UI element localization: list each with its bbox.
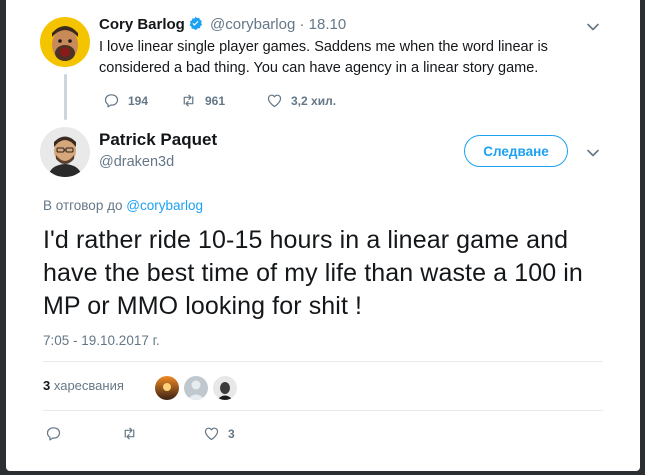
retweet-button[interactable] [121, 425, 203, 442]
reply-prefix: В отговор до [43, 198, 123, 213]
tweet-timestamp[interactable]: 7:05 - 19.10.2017 г. [43, 333, 160, 348]
like-count: 3 [228, 426, 235, 441]
reply-icon [45, 425, 62, 442]
heart-icon [266, 92, 283, 109]
chevron-down-icon[interactable] [585, 145, 601, 161]
likes-stat-count: 3 [43, 378, 51, 393]
reply-button[interactable]: 194 [103, 92, 180, 109]
retweet-icon [121, 425, 138, 442]
cory-barlog-avatar[interactable] [40, 17, 90, 67]
patrick-paquet-avatar[interactable] [40, 127, 90, 177]
reply-count: 194 [128, 93, 149, 108]
reply-button[interactable] [45, 425, 121, 442]
tweet-card: Cory Barlog @corybarlog · 18.10 I love l… [6, 0, 640, 471]
tweet-text: I'd rather ride 10-15 hours in a linear … [43, 226, 583, 320]
reply-to-link[interactable]: @corybarlog [126, 198, 203, 213]
parent-tweet-text: I love linear single player games. Sadde… [99, 39, 548, 76]
thread-connector-line [64, 74, 67, 120]
chevron-down-icon[interactable] [585, 19, 601, 35]
follow-button[interactable]: Следване [464, 135, 568, 167]
retweet-button[interactable]: 961 [180, 92, 266, 109]
like-button[interactable]: 3 [203, 425, 235, 442]
retweet-icon [180, 92, 197, 109]
likes-stat-label: харесвания [53, 378, 124, 393]
verified-badge-icon [188, 16, 203, 31]
divider [43, 361, 603, 362]
like-button[interactable]: 3,2 хил. [266, 92, 336, 109]
likes-stat[interactable]: 3 харесвания [43, 378, 124, 393]
author-handle[interactable]: @draken3d [99, 154, 174, 170]
tweet-actions: 3 [45, 425, 235, 442]
heart-icon [203, 425, 220, 442]
liker-avatar[interactable] [212, 375, 238, 401]
liker-avatar[interactable] [154, 375, 180, 401]
author-name[interactable]: Patrick Paquet [99, 130, 217, 150]
like-count: 3,2 хил. [291, 93, 337, 108]
reply-icon [103, 92, 120, 109]
retweet-count: 961 [205, 93, 226, 108]
liker-avatar[interactable] [183, 375, 209, 401]
parent-tweet-date[interactable]: 18.10 [309, 16, 347, 33]
divider [43, 410, 603, 411]
reply-context: В отговор до @corybarlog [43, 198, 203, 213]
parent-author-name[interactable]: Cory Barlog [99, 16, 185, 33]
parent-author-handle[interactable]: @corybarlog [210, 16, 295, 33]
parent-tweet-header: Cory Barlog @corybarlog · 18.10 [99, 16, 346, 33]
parent-tweet-actions: 194 961 3,2 хил. [103, 92, 336, 109]
dot-separator: · [299, 16, 305, 33]
